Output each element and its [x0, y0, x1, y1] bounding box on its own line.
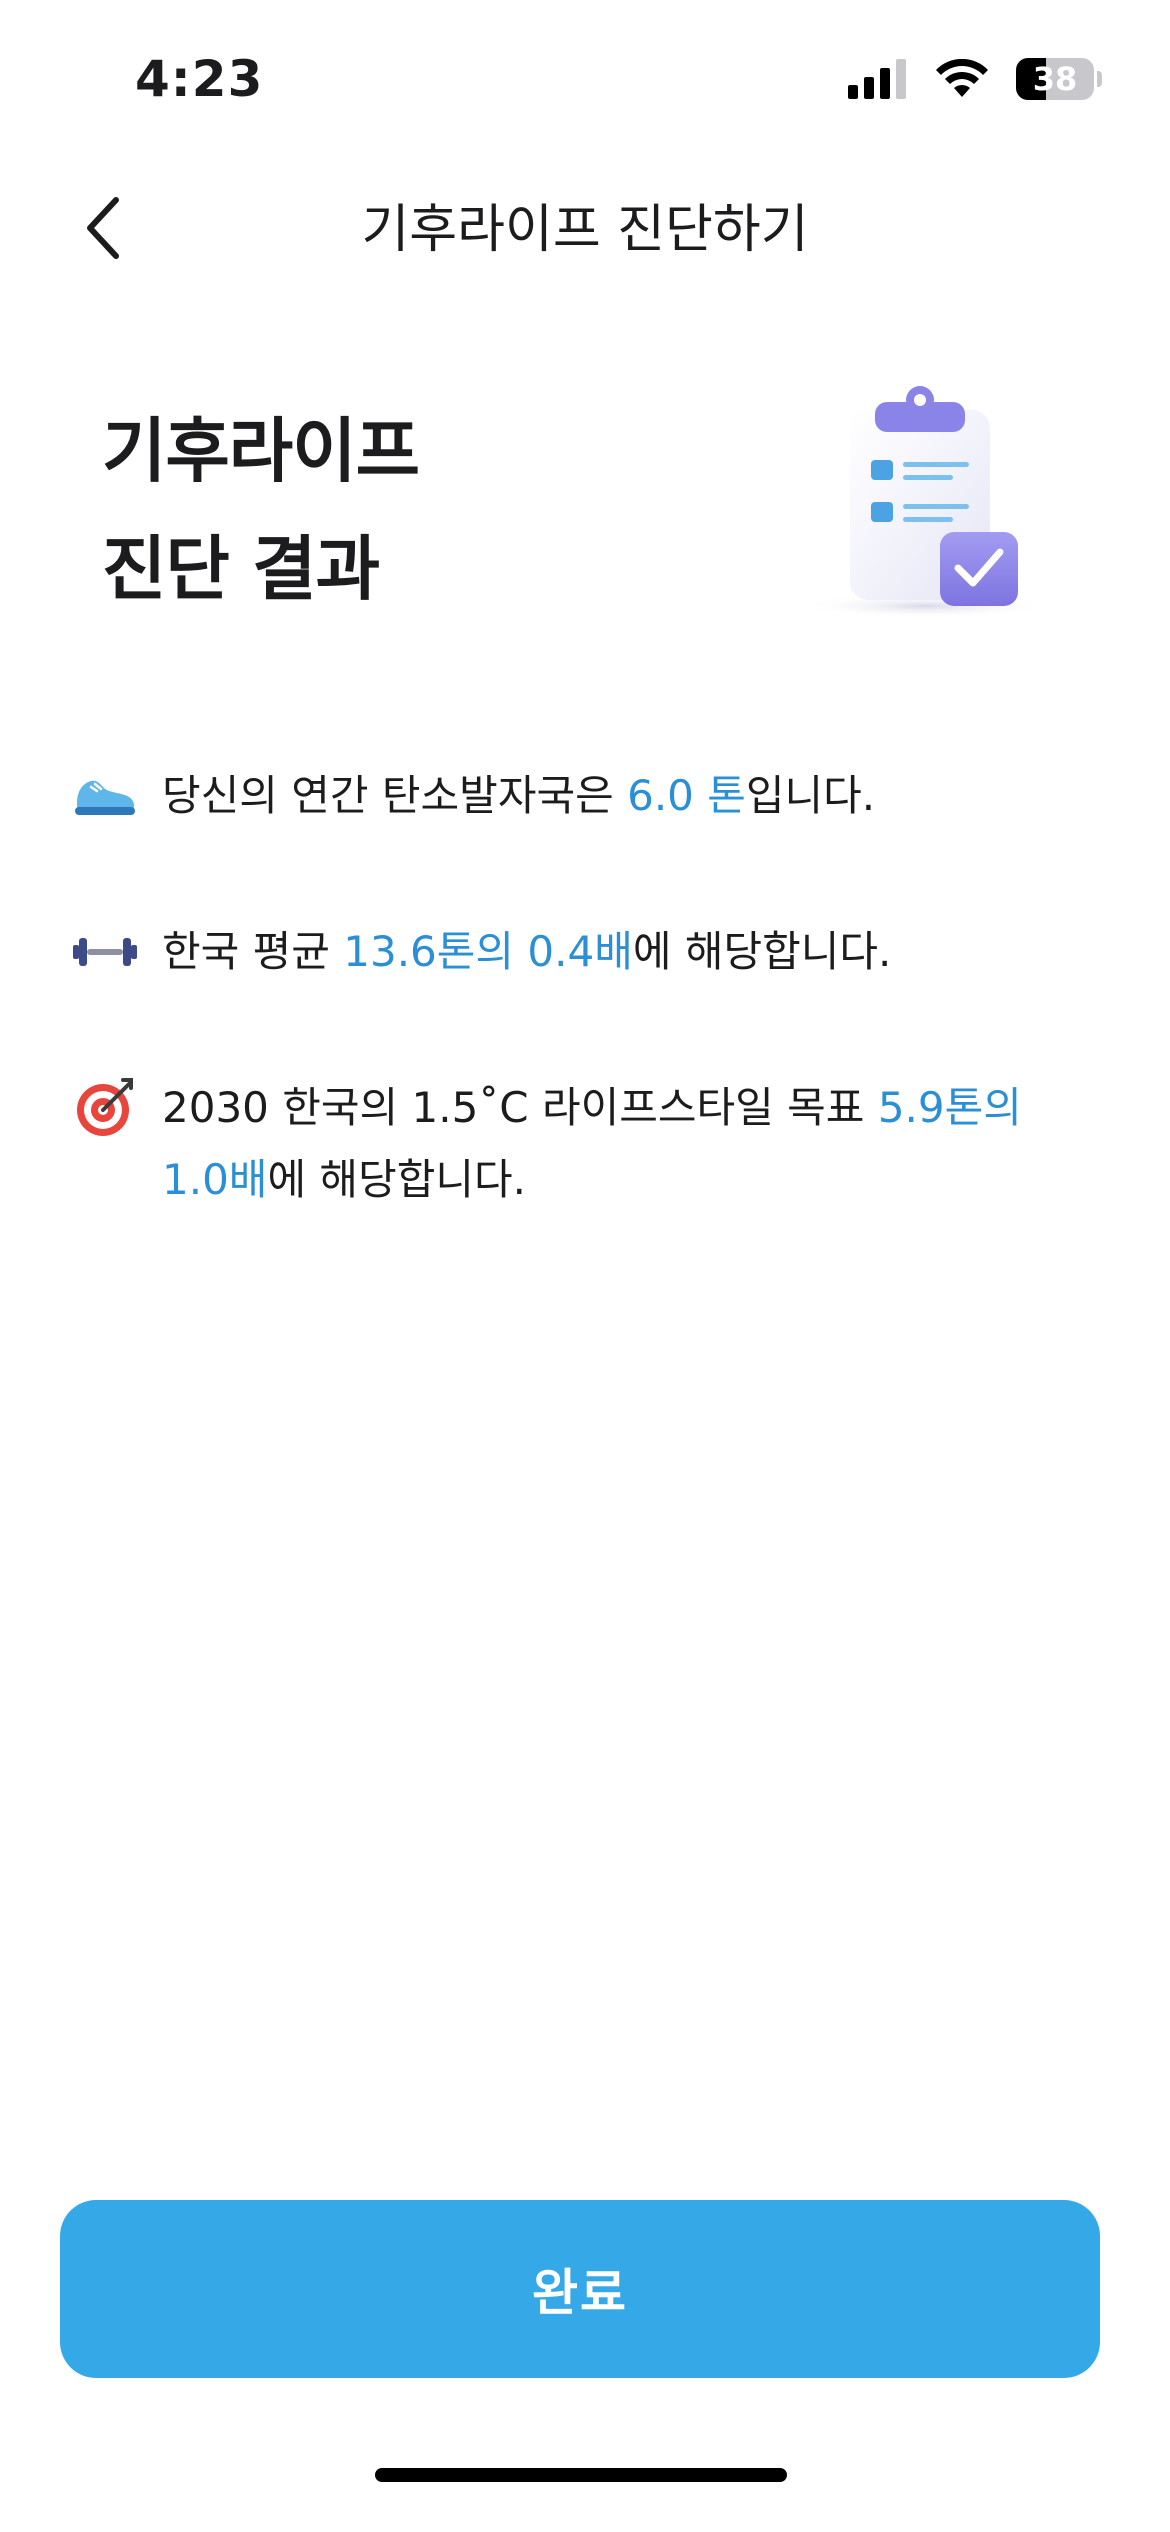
cellular-signal-icon [848, 59, 906, 99]
result-text: 한국 평균 13.6톤의 0.4배에 해당합니다. [162, 916, 891, 988]
home-indicator[interactable] [375, 2468, 787, 2482]
result-prefix: 한국 평균 [162, 927, 344, 976]
battery-icon: 38 [1016, 58, 1102, 100]
result-suffix: 에 해당합니다. [632, 927, 892, 976]
dumbbell-icon [70, 917, 140, 987]
complete-button-label: 완료 [532, 2264, 628, 2322]
status-icons: 38 [848, 52, 1102, 106]
complete-button[interactable]: 완료 [60, 2200, 1100, 2378]
battery-level: 38 [1032, 60, 1078, 98]
result-suffix: 입니다. [745, 771, 876, 820]
result-prefix: 당신의 연간 탄소발자국은 [162, 771, 628, 820]
result-highlight: 6.0 톤 [627, 771, 746, 820]
result-headline: 기후라이프 진단 결과 [102, 410, 420, 610]
result-text: 당신의 연간 탄소발자국은 6.0 톤입니다. [162, 760, 875, 832]
clipboard-check-icon [795, 380, 1055, 620]
page-title: 기후라이프 진단하기 [361, 200, 809, 260]
status-time: 4:23 [135, 50, 264, 108]
result-text: 2030 한국의 1.5˚C 라이프스타일 목표 5.9톤의 1.0배에 해당합… [162, 1072, 1100, 1216]
target-icon [70, 1073, 140, 1143]
result-prefix: 2030 한국의 1.5˚C 라이프스타일 목표 [162, 1083, 878, 1132]
result-item-carbon-footprint: 당신의 연간 탄소발자국은 6.0 톤입니다. [70, 760, 1100, 832]
result-item-2030-target: 2030 한국의 1.5˚C 라이프스타일 목표 5.9톤의 1.0배에 해당합… [70, 1072, 1100, 1216]
wifi-icon [936, 59, 988, 97]
result-item-korea-average: 한국 평균 13.6톤의 0.4배에 해당합니다. [70, 916, 1100, 988]
sneaker-icon [70, 761, 140, 831]
result-suffix: 에 해당합니다. [267, 1155, 526, 1204]
result-highlight: 13.6톤의 0.4배 [343, 927, 633, 976]
